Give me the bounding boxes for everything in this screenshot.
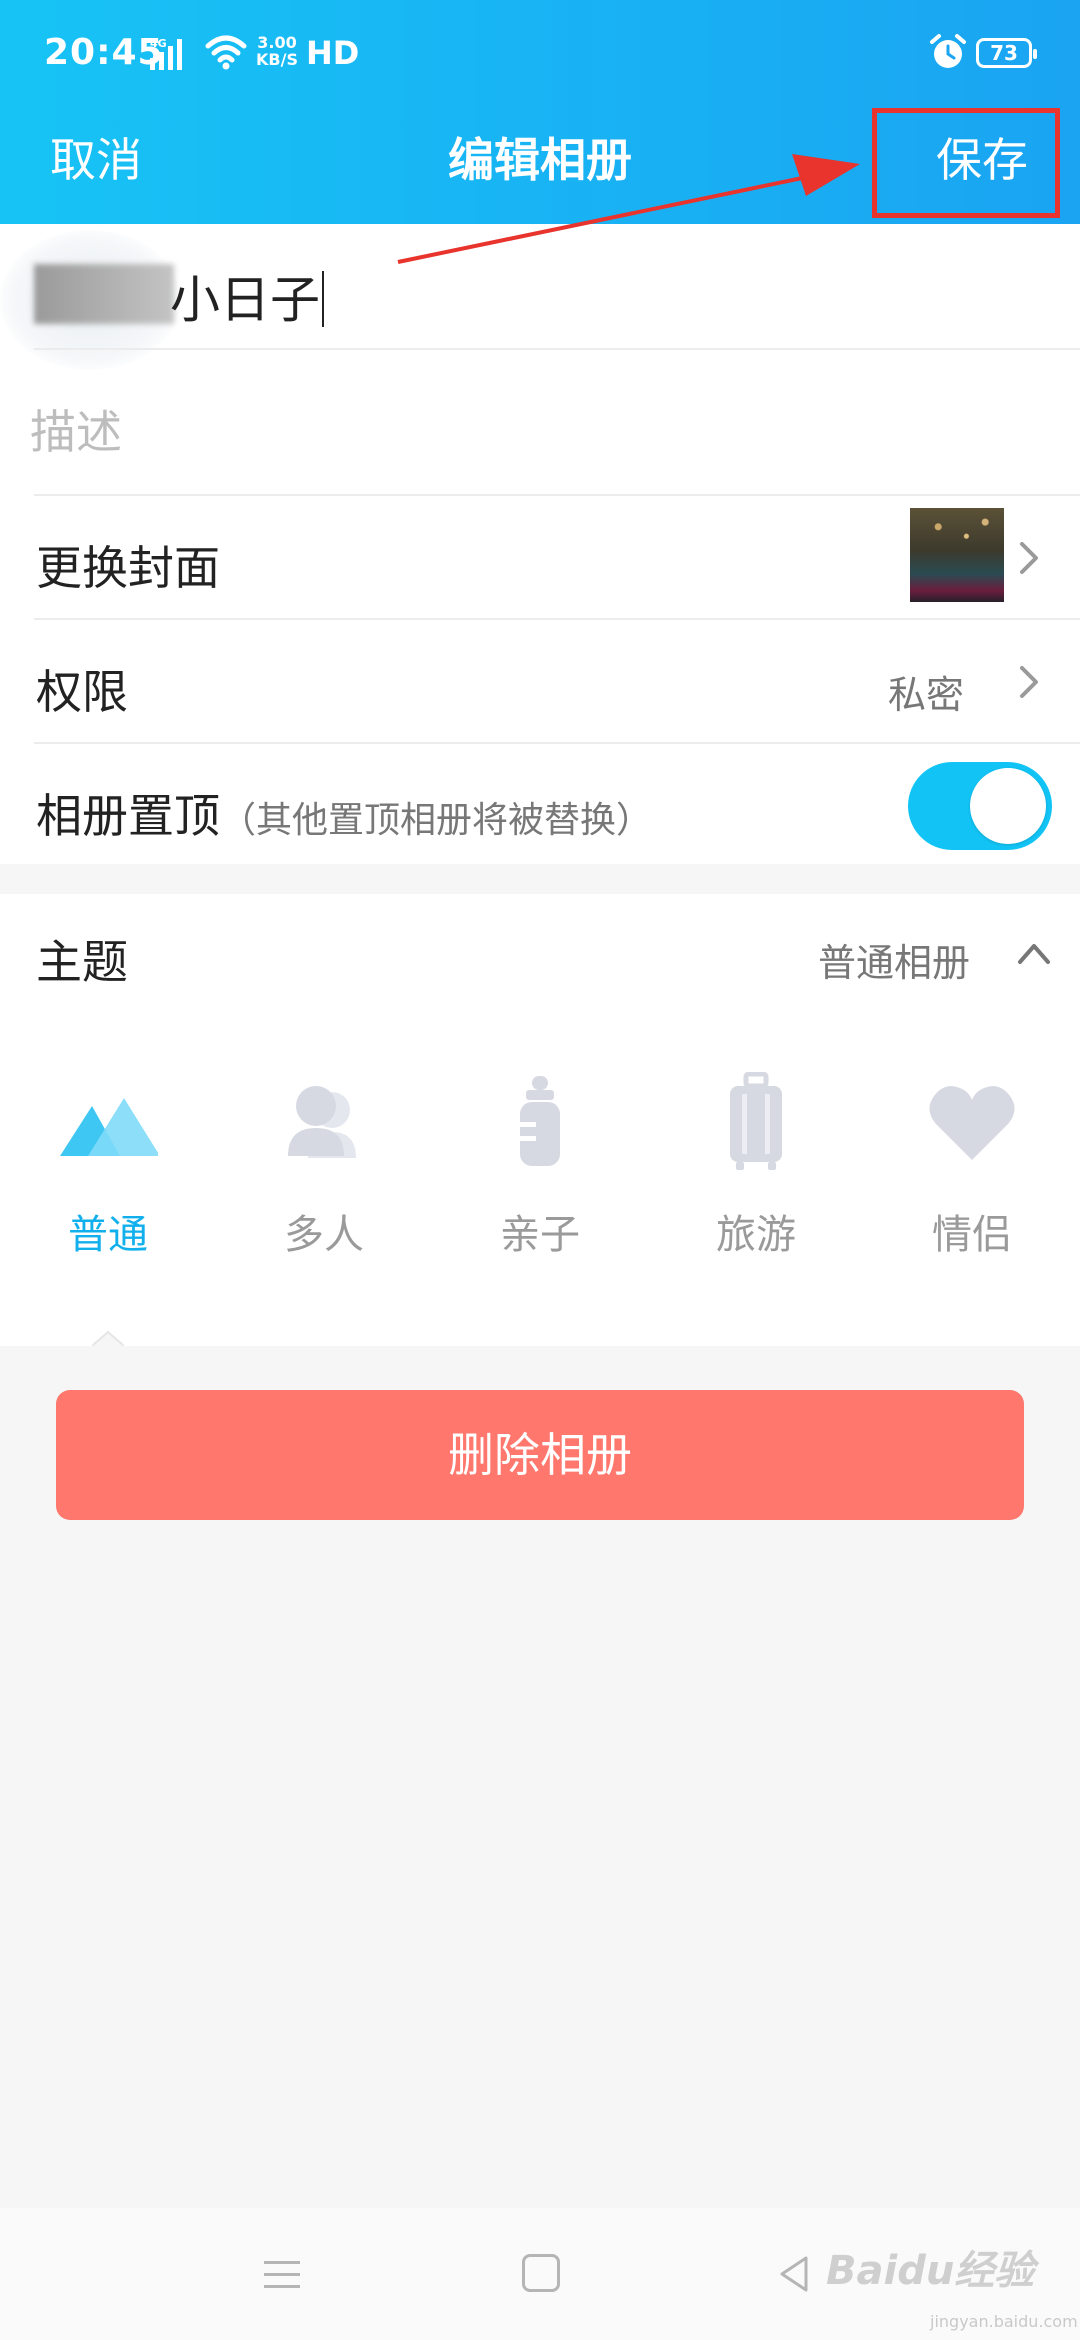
theme-option-travel[interactable]: 旅游 bbox=[676, 1072, 836, 1272]
permission-value: 私密 bbox=[887, 673, 964, 717]
theme-option-multi[interactable]: 多人 bbox=[244, 1072, 404, 1272]
network-speed: 3.00 KB/S bbox=[256, 34, 298, 68]
selection-pointer bbox=[92, 1330, 124, 1346]
theme-label: 主题 bbox=[36, 935, 128, 989]
watermark-url: jingyan.baidu.com bbox=[930, 2312, 1078, 2331]
chevron-up-icon bbox=[1018, 944, 1050, 964]
system-nav-bar: Baidu经验 jingyan.baidu.com bbox=[0, 2208, 1080, 2340]
battery-indicator: 73 bbox=[976, 38, 1037, 68]
baby-bottle-icon bbox=[520, 1076, 560, 1166]
speed-value: 3.00 bbox=[257, 33, 297, 52]
album-name-value: 小日子 bbox=[170, 271, 320, 329]
theme-option-label: 情侣 bbox=[932, 1212, 1012, 1258]
text-cursor bbox=[322, 271, 324, 327]
permission-row[interactable]: 权限 私密 bbox=[0, 620, 1080, 744]
heart-icon bbox=[929, 1086, 1015, 1160]
annotation-highlight-box bbox=[872, 108, 1060, 218]
theme-section: 主题 普通相册 普通 多人 亲子 旅游 情侣 bbox=[0, 894, 1080, 1346]
permission-label: 权限 bbox=[36, 665, 128, 719]
chevron-right-icon bbox=[1020, 666, 1038, 698]
theme-option-label: 多人 bbox=[284, 1212, 364, 1258]
watermark-logo: Baidu经验 bbox=[826, 2248, 1035, 2294]
wifi-icon bbox=[205, 35, 247, 70]
theme-option-label: 普通 bbox=[68, 1212, 148, 1258]
people-icon bbox=[288, 1086, 356, 1158]
theme-option-normal[interactable]: 普通 bbox=[28, 1072, 188, 1272]
theme-option-label: 旅游 bbox=[716, 1212, 796, 1258]
network-type: 4G bbox=[150, 37, 167, 50]
menu-icon[interactable] bbox=[262, 2258, 302, 2292]
change-cover-label: 更换封面 bbox=[36, 541, 220, 595]
toggle-knob bbox=[970, 768, 1046, 844]
redacted-text bbox=[34, 264, 174, 324]
signal-icon: 4G bbox=[150, 37, 182, 70]
description-field[interactable]: 描述 bbox=[0, 350, 1080, 496]
pin-album-label: 相册置顶（其他置顶相册将被替换） bbox=[36, 780, 652, 846]
pin-hint: （其他置顶相册将被替换） bbox=[220, 800, 653, 841]
change-cover-row[interactable]: 更换封面 bbox=[0, 496, 1080, 620]
mountain-icon bbox=[60, 1098, 158, 1156]
cover-thumbnail bbox=[910, 508, 1004, 602]
album-name-input[interactable]: 小日子 bbox=[170, 260, 324, 332]
status-time: 20:45 bbox=[44, 32, 164, 73]
hd-indicator: HD bbox=[306, 34, 360, 72]
speed-unit: KB/S bbox=[256, 50, 298, 69]
theme-option-label: 亲子 bbox=[500, 1212, 580, 1258]
luggage-icon bbox=[730, 1072, 782, 1170]
album-info-card: 小日子 描述 更换封面 权限 私密 相册置顶（其他置顶相册将被替换） bbox=[0, 224, 1080, 864]
status-bar: 20:45 4G 3.00 KB/S HD 73 bbox=[0, 0, 1080, 108]
alarm-icon bbox=[930, 34, 966, 68]
home-icon[interactable] bbox=[522, 2254, 560, 2292]
chevron-right-icon bbox=[1020, 542, 1038, 574]
pin-label-text: 相册置顶 bbox=[36, 789, 220, 843]
edit-album-screen: 20:45 4G 3.00 KB/S HD 73 取消 编辑相册 保存 小日子 … bbox=[0, 0, 1080, 2340]
theme-value: 普通相册 bbox=[817, 941, 970, 985]
back-icon[interactable] bbox=[776, 2254, 812, 2294]
pin-album-toggle[interactable] bbox=[908, 762, 1052, 850]
theme-option-parent-child[interactable]: 亲子 bbox=[460, 1072, 620, 1272]
album-name-field[interactable]: 小日子 bbox=[0, 224, 1080, 370]
pin-album-row: 相册置顶（其他置顶相册将被替换） bbox=[0, 744, 1080, 868]
delete-album-button[interactable]: 删除相册 bbox=[56, 1390, 1024, 1520]
description-placeholder: 描述 bbox=[30, 405, 122, 459]
theme-option-couple[interactable]: 情侣 bbox=[892, 1072, 1052, 1272]
